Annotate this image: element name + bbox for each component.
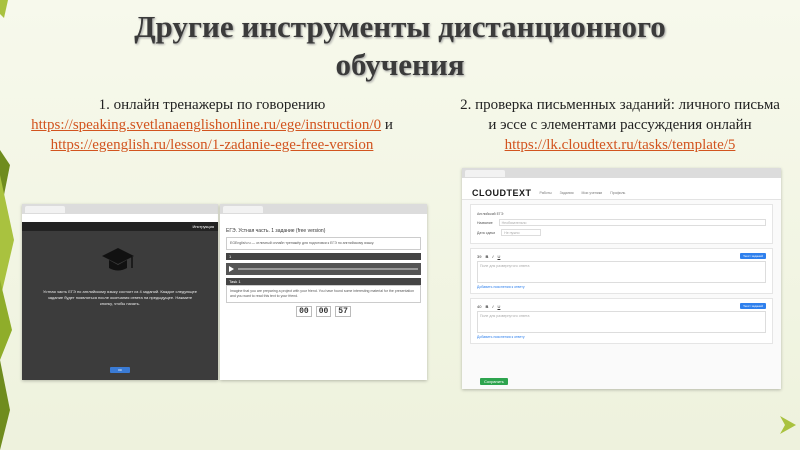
- nav-item-students[interactable]: Мои ученики: [582, 191, 603, 195]
- trainer-header: Инструкция: [22, 222, 218, 231]
- exam-label: Английский ЕГЭ: [477, 212, 766, 216]
- browser-address-bar: [22, 214, 218, 222]
- cloudtext-header: CLOUDTEXT Работы Задания Мои ученики Про…: [462, 186, 781, 200]
- italic-icon[interactable]: I: [492, 254, 493, 259]
- audio-track[interactable]: [238, 268, 418, 270]
- next-arrow-icon: [780, 416, 796, 434]
- egenglish-link[interactable]: https://egenglish.ru/lesson/1-zadanie-eg…: [51, 137, 374, 153]
- name-row: Название Необязательно: [477, 219, 766, 226]
- date-input[interactable]: Не нужно: [501, 229, 542, 236]
- task-39-panel: 39 BIU Текст заданий Поле для развернуто…: [470, 248, 773, 294]
- lesson-title: ЕГЭ. Устная часть. 1 задание (free versi…: [226, 228, 326, 234]
- play-icon[interactable]: [229, 266, 234, 272]
- task-number: 39: [477, 253, 482, 259]
- section-bar: 1: [226, 253, 421, 260]
- browser-tabs: [462, 168, 781, 178]
- instruction-label: Инструкция: [192, 224, 214, 229]
- save-button[interactable]: Сохранить: [480, 378, 508, 385]
- name-input[interactable]: Необязательно: [498, 219, 766, 226]
- task-40-panel: 40 BIU Текст заданий Поле для развернуто…: [470, 298, 773, 344]
- timer-seconds: 57: [335, 306, 351, 317]
- cloudtext-logo[interactable]: CLOUDTEXT: [472, 188, 532, 198]
- date-row: Дата сдачи Не нужно: [477, 229, 766, 236]
- task-number: 40: [477, 303, 482, 309]
- editor-toolbar: 39 BIU Текст заданий: [477, 253, 766, 259]
- task-bar: Task 1: [226, 278, 421, 285]
- page-title: Другие инструменты дистанционного обучен…: [134, 9, 666, 82]
- graduation-cap-icon: [102, 248, 134, 271]
- trainer-message: Устная часть ЕГЭ по английскому языку со…: [43, 289, 197, 306]
- browser-tabs: [220, 204, 427, 214]
- editor-toolbar: 40 BIU Текст заданий: [477, 303, 766, 309]
- left-column-text: 1. онлайн тренажеры по говорению https:/…: [28, 95, 396, 155]
- nav-item-works[interactable]: Работы: [540, 191, 552, 195]
- add-comment-link[interactable]: Добавить пояснения к ответу: [477, 285, 766, 289]
- underline-icon[interactable]: U: [497, 254, 500, 259]
- browser-tab: [25, 205, 65, 213]
- right-column-text: 2. проверка письменных заданий: личного …: [455, 95, 785, 155]
- nav-item-tasks[interactable]: Задания: [560, 191, 574, 195]
- timer: 00 00 57: [226, 306, 421, 317]
- task-text-button[interactable]: Текст заданий: [740, 303, 766, 309]
- left-heading: 1. онлайн тренажеры по говорению: [98, 97, 326, 113]
- speaking-link[interactable]: https://speaking.svetlanaenglishonline.r…: [31, 117, 381, 133]
- timer-minutes: 00: [315, 306, 332, 317]
- exam-type: Английский ЕГЭ: [477, 212, 504, 216]
- intro-box: EGEnglish.ru — отличный онлайн тренажёр …: [226, 237, 421, 250]
- browser-tab: [465, 169, 505, 177]
- name-label: Название: [477, 220, 493, 225]
- audio-player[interactable]: [226, 263, 421, 275]
- answer-area[interactable]: Поле для развернутого ответа: [477, 261, 766, 283]
- browser-address-bar: [220, 214, 427, 222]
- ok-button[interactable]: ОК: [110, 367, 130, 373]
- underline-icon[interactable]: U: [497, 304, 500, 309]
- cloudtext-link[interactable]: https://lk.cloudtext.ru/tasks/template/5: [505, 137, 736, 153]
- timer-hours: 00: [296, 306, 312, 317]
- add-comment-link[interactable]: Добавить пояснения к ответу: [477, 335, 766, 339]
- answer-area[interactable]: Поле для развернутого ответа: [477, 311, 766, 333]
- speaking-trainer-screenshot: Инструкция Устная часть ЕГЭ по английско…: [22, 204, 218, 380]
- browser-tabs: [22, 204, 218, 214]
- browser-tab: [223, 205, 263, 213]
- browser-address-bar: [462, 178, 781, 186]
- egenglish-content: ЕГЭ. Устная часть. 1 задание (free versi…: [220, 222, 427, 320]
- date-label: Дата сдачи: [477, 230, 496, 235]
- cloudtext-screenshot: CLOUDTEXT Работы Задания Мои ученики Про…: [462, 168, 781, 389]
- right-heading: 2. проверка письменных заданий: личного …: [460, 97, 780, 133]
- task-text-button[interactable]: Текст заданий: [740, 253, 766, 259]
- bold-icon[interactable]: B: [485, 304, 488, 309]
- italic-icon[interactable]: I: [492, 304, 493, 309]
- egenglish-screenshot: ЕГЭ. Устная часть. 1 задание (free versi…: [220, 204, 427, 380]
- bold-icon[interactable]: B: [485, 254, 488, 259]
- task-text: Imagine that you are preparing a project…: [226, 285, 421, 303]
- link-joiner: и: [384, 117, 393, 133]
- nav-item-profile[interactable]: Профиль: [610, 191, 625, 195]
- task-settings-panel: Английский ЕГЭ Название Необязательно Да…: [470, 204, 773, 244]
